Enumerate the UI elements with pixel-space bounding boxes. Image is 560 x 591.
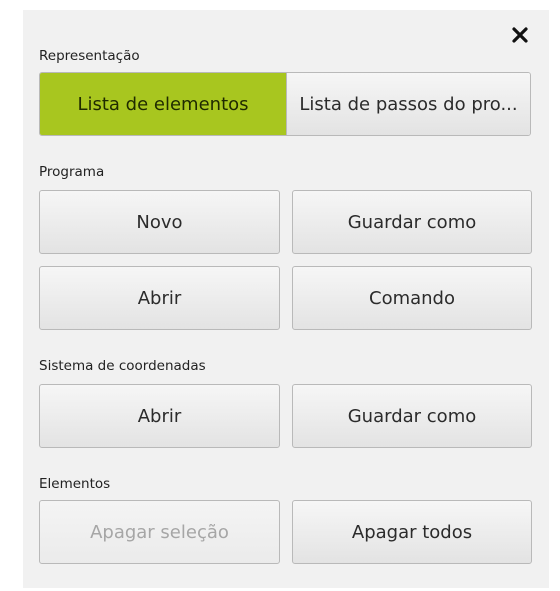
apagar-todos-button[interactable]: Apagar todos	[292, 500, 532, 564]
representacao-toggle: Lista de elementos Lista de passos do pr…	[39, 72, 531, 136]
close-icon	[512, 27, 528, 43]
panel: Representação Lista de elementos Lista d…	[23, 10, 549, 588]
representacao-label: Representação	[39, 48, 140, 64]
elementos-label: Elementos	[39, 476, 111, 492]
apagar-selecao-button: Apagar seleção	[39, 500, 280, 564]
lista-elementos-option[interactable]: Lista de elementos	[40, 73, 286, 135]
guardar-como-programa-button[interactable]: Guardar como	[292, 190, 532, 254]
close-button[interactable]	[507, 22, 533, 48]
programa-label: Programa	[39, 164, 105, 180]
novo-button[interactable]: Novo	[39, 190, 280, 254]
abrir-programa-button[interactable]: Abrir	[39, 266, 280, 330]
comando-button[interactable]: Comando	[292, 266, 532, 330]
sistema-coordenadas-label: Sistema de coordenadas	[39, 358, 206, 374]
abrir-coordenadas-button[interactable]: Abrir	[39, 384, 280, 448]
lista-passos-option[interactable]: Lista de passos do pro...	[286, 73, 530, 135]
guardar-como-coordenadas-button[interactable]: Guardar como	[292, 384, 532, 448]
